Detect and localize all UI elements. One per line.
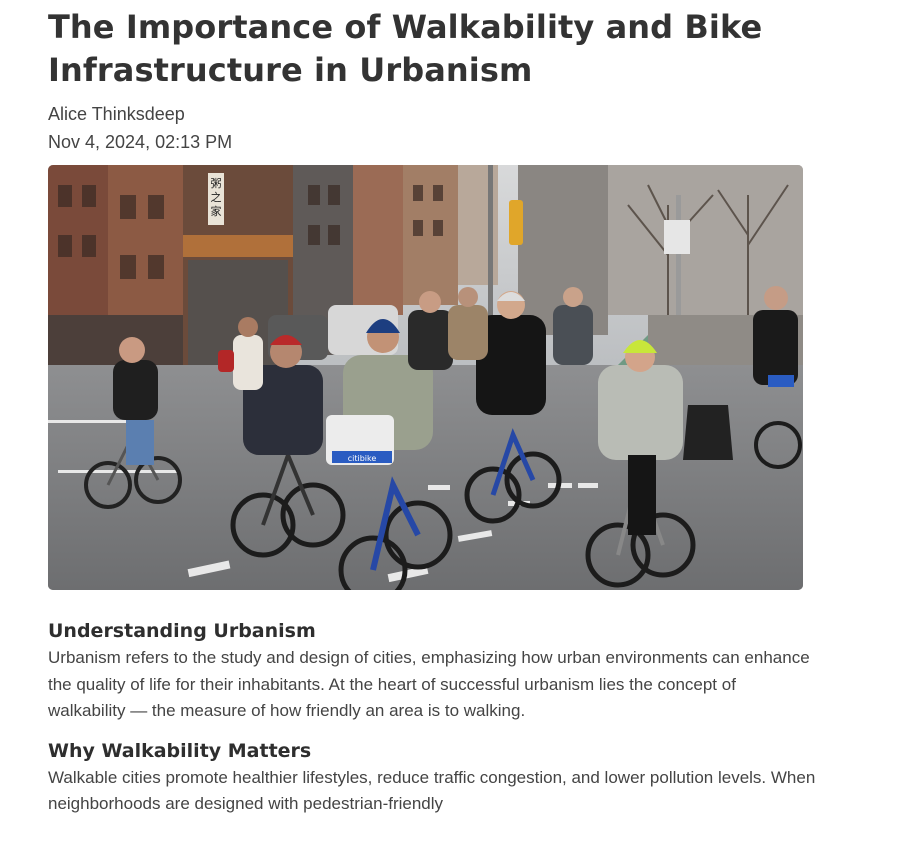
section-body-why-walkability-matters: Walkable cities promote healthier lifest…	[48, 767, 816, 814]
section-heading-why-walkability-matters: Why Walkability Matters	[48, 739, 312, 762]
chinese-sign-text: 粥	[211, 177, 222, 190]
hero-image: 粥 之 家 citibike	[48, 165, 803, 590]
article-header: The Importance of Walkability and Bike I…	[48, 0, 808, 156]
basket-label: citibike	[348, 454, 377, 463]
article-body: Understanding Urbanism Urbanism refers t…	[48, 617, 818, 830]
article-title: The Importance of Walkability and Bike I…	[48, 8, 763, 89]
cyclists-street-photo: 粥 之 家 citibike	[48, 165, 803, 590]
svg-text:之: 之	[211, 190, 222, 204]
svg-text:家: 家	[211, 204, 222, 218]
article-author[interactable]: Alice Thinksdeep	[48, 100, 808, 128]
section-body-understanding-urbanism: Urbanism refers to the study and design …	[48, 648, 810, 720]
section-heading-understanding-urbanism: Understanding Urbanism	[48, 620, 316, 642]
article-date: Nov 4, 2024, 02:13 PM	[48, 132, 233, 152]
